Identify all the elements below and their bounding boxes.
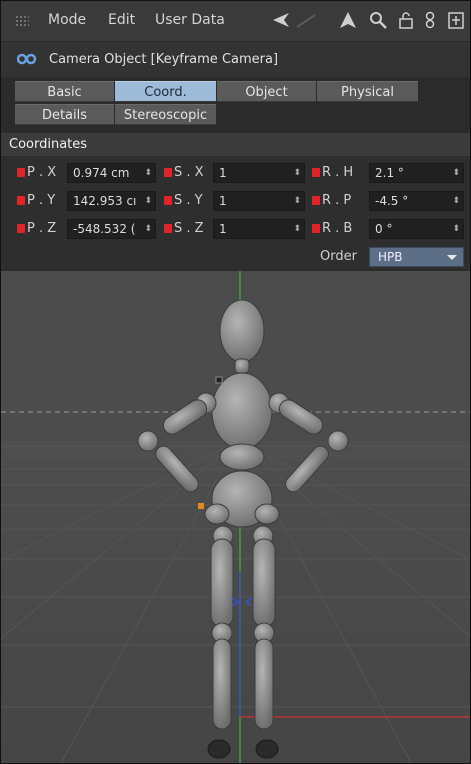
null-handle bbox=[215, 376, 223, 384]
order-label: Order bbox=[320, 249, 357, 264]
coord-row-1: P . X 0.974 cm ⬍ S . X 1 ⬍ R . H 2.1 ° ⬍ bbox=[1, 163, 470, 183]
field-r-h[interactable]: 2.1 ° ⬍ bbox=[369, 163, 464, 183]
stepper-icon[interactable]: ⬍ bbox=[144, 220, 152, 238]
search-icon[interactable] bbox=[367, 9, 389, 31]
field-s-x[interactable]: 1 ⬍ bbox=[213, 163, 305, 183]
keyframe-dot-s-x[interactable] bbox=[164, 168, 172, 177]
menu-user-data[interactable]: User Data bbox=[155, 12, 225, 28]
field-r-p[interactable]: -4.5 ° ⬍ bbox=[369, 191, 464, 211]
keyframe-dot-p-x[interactable] bbox=[17, 168, 25, 177]
object-header: Camera Object [Keyframe Camera] bbox=[1, 42, 470, 77]
label-r-p: R . P bbox=[322, 193, 352, 208]
back-arrow-icon[interactable] bbox=[269, 9, 291, 31]
field-s-z[interactable]: 1 ⬍ bbox=[213, 219, 305, 239]
tab-coord[interactable]: Coord. bbox=[115, 81, 216, 102]
menu-mode[interactable]: Mode bbox=[48, 12, 86, 28]
order-select[interactable]: HPB bbox=[369, 247, 464, 267]
stepper-icon[interactable]: ⬍ bbox=[293, 220, 301, 238]
label-p-x: P . X bbox=[27, 165, 57, 180]
tab-basic[interactable]: Basic bbox=[15, 81, 114, 102]
coord-row-2: P . Y 142.953 cı ⬍ S . Y 1 ⬍ R . P -4.5 ° ⬍ bbox=[1, 191, 470, 211]
keyframe-dot-r-p[interactable] bbox=[312, 196, 320, 205]
stepper-icon[interactable]: ⬍ bbox=[144, 164, 152, 182]
field-s-y[interactable]: 1 ⬍ bbox=[213, 191, 305, 211]
tab-stereoscopic[interactable]: Stereoscopic bbox=[115, 104, 216, 125]
link-icon[interactable] bbox=[419, 9, 441, 31]
label-s-z: S . Z bbox=[174, 221, 204, 236]
field-p-z[interactable]: -548.532 (⬍ bbox=[67, 219, 156, 239]
label-s-x: S . X bbox=[174, 165, 204, 180]
stepper-icon[interactable]: ⬍ bbox=[144, 192, 152, 210]
new-panel-icon[interactable] bbox=[445, 9, 467, 31]
attribute-manager: Mode Edit User Data Camera Object [Keyfr… bbox=[0, 0, 471, 764]
keyframe-dot-p-y[interactable] bbox=[17, 196, 25, 205]
label-s-y: S . Y bbox=[174, 193, 203, 208]
chevron-down-icon bbox=[447, 255, 457, 260]
viewport[interactable] bbox=[1, 271, 470, 763]
menu-edit[interactable]: Edit bbox=[108, 12, 135, 28]
selected-handle bbox=[198, 503, 204, 509]
stepper-icon[interactable]: ⬍ bbox=[452, 164, 460, 182]
label-r-h: R . H bbox=[322, 165, 354, 180]
stepper-icon[interactable]: ⬍ bbox=[452, 192, 460, 210]
tab-details[interactable]: Details bbox=[15, 104, 114, 125]
label-p-y: P . Y bbox=[27, 193, 56, 208]
lock-icon[interactable] bbox=[395, 9, 417, 31]
keyframe-dot-r-h[interactable] bbox=[312, 168, 320, 177]
stepper-icon[interactable]: ⬍ bbox=[293, 192, 301, 210]
label-p-z: P . Z bbox=[27, 221, 57, 236]
camera-object-icon bbox=[16, 52, 37, 66]
object-title: Camera Object [Keyframe Camera] bbox=[49, 52, 279, 67]
tab-object[interactable]: Object bbox=[217, 81, 316, 102]
keyframe-dot-s-z[interactable] bbox=[164, 224, 172, 233]
up-arrow-icon[interactable] bbox=[337, 9, 359, 31]
grip-icon[interactable] bbox=[15, 15, 29, 27]
field-r-b[interactable]: 0 ° ⬍ bbox=[369, 219, 464, 239]
tab-physical[interactable]: Physical bbox=[317, 81, 418, 102]
section-title[interactable]: Coordinates bbox=[1, 133, 470, 156]
coord-row-3: P . Z -548.532 (⬍ S . Z 1 ⬍ R . B 0 ° ⬍ bbox=[1, 219, 470, 239]
keyframe-dot-s-y[interactable] bbox=[164, 196, 172, 205]
field-p-x[interactable]: 0.974 cm ⬍ bbox=[67, 163, 156, 183]
viewport-scene bbox=[1, 271, 470, 763]
stepper-icon[interactable]: ⬍ bbox=[293, 164, 301, 182]
keyframe-dot-r-b[interactable] bbox=[312, 224, 320, 233]
stepper-icon[interactable]: ⬍ bbox=[452, 220, 460, 238]
label-r-b: R . B bbox=[322, 221, 353, 236]
forward-arrow-icon bbox=[295, 9, 317, 31]
keyframe-dot-p-z[interactable] bbox=[17, 224, 25, 233]
menubar: Mode Edit User Data bbox=[1, 1, 470, 42]
field-p-y[interactable]: 142.953 cı ⬍ bbox=[67, 191, 156, 211]
